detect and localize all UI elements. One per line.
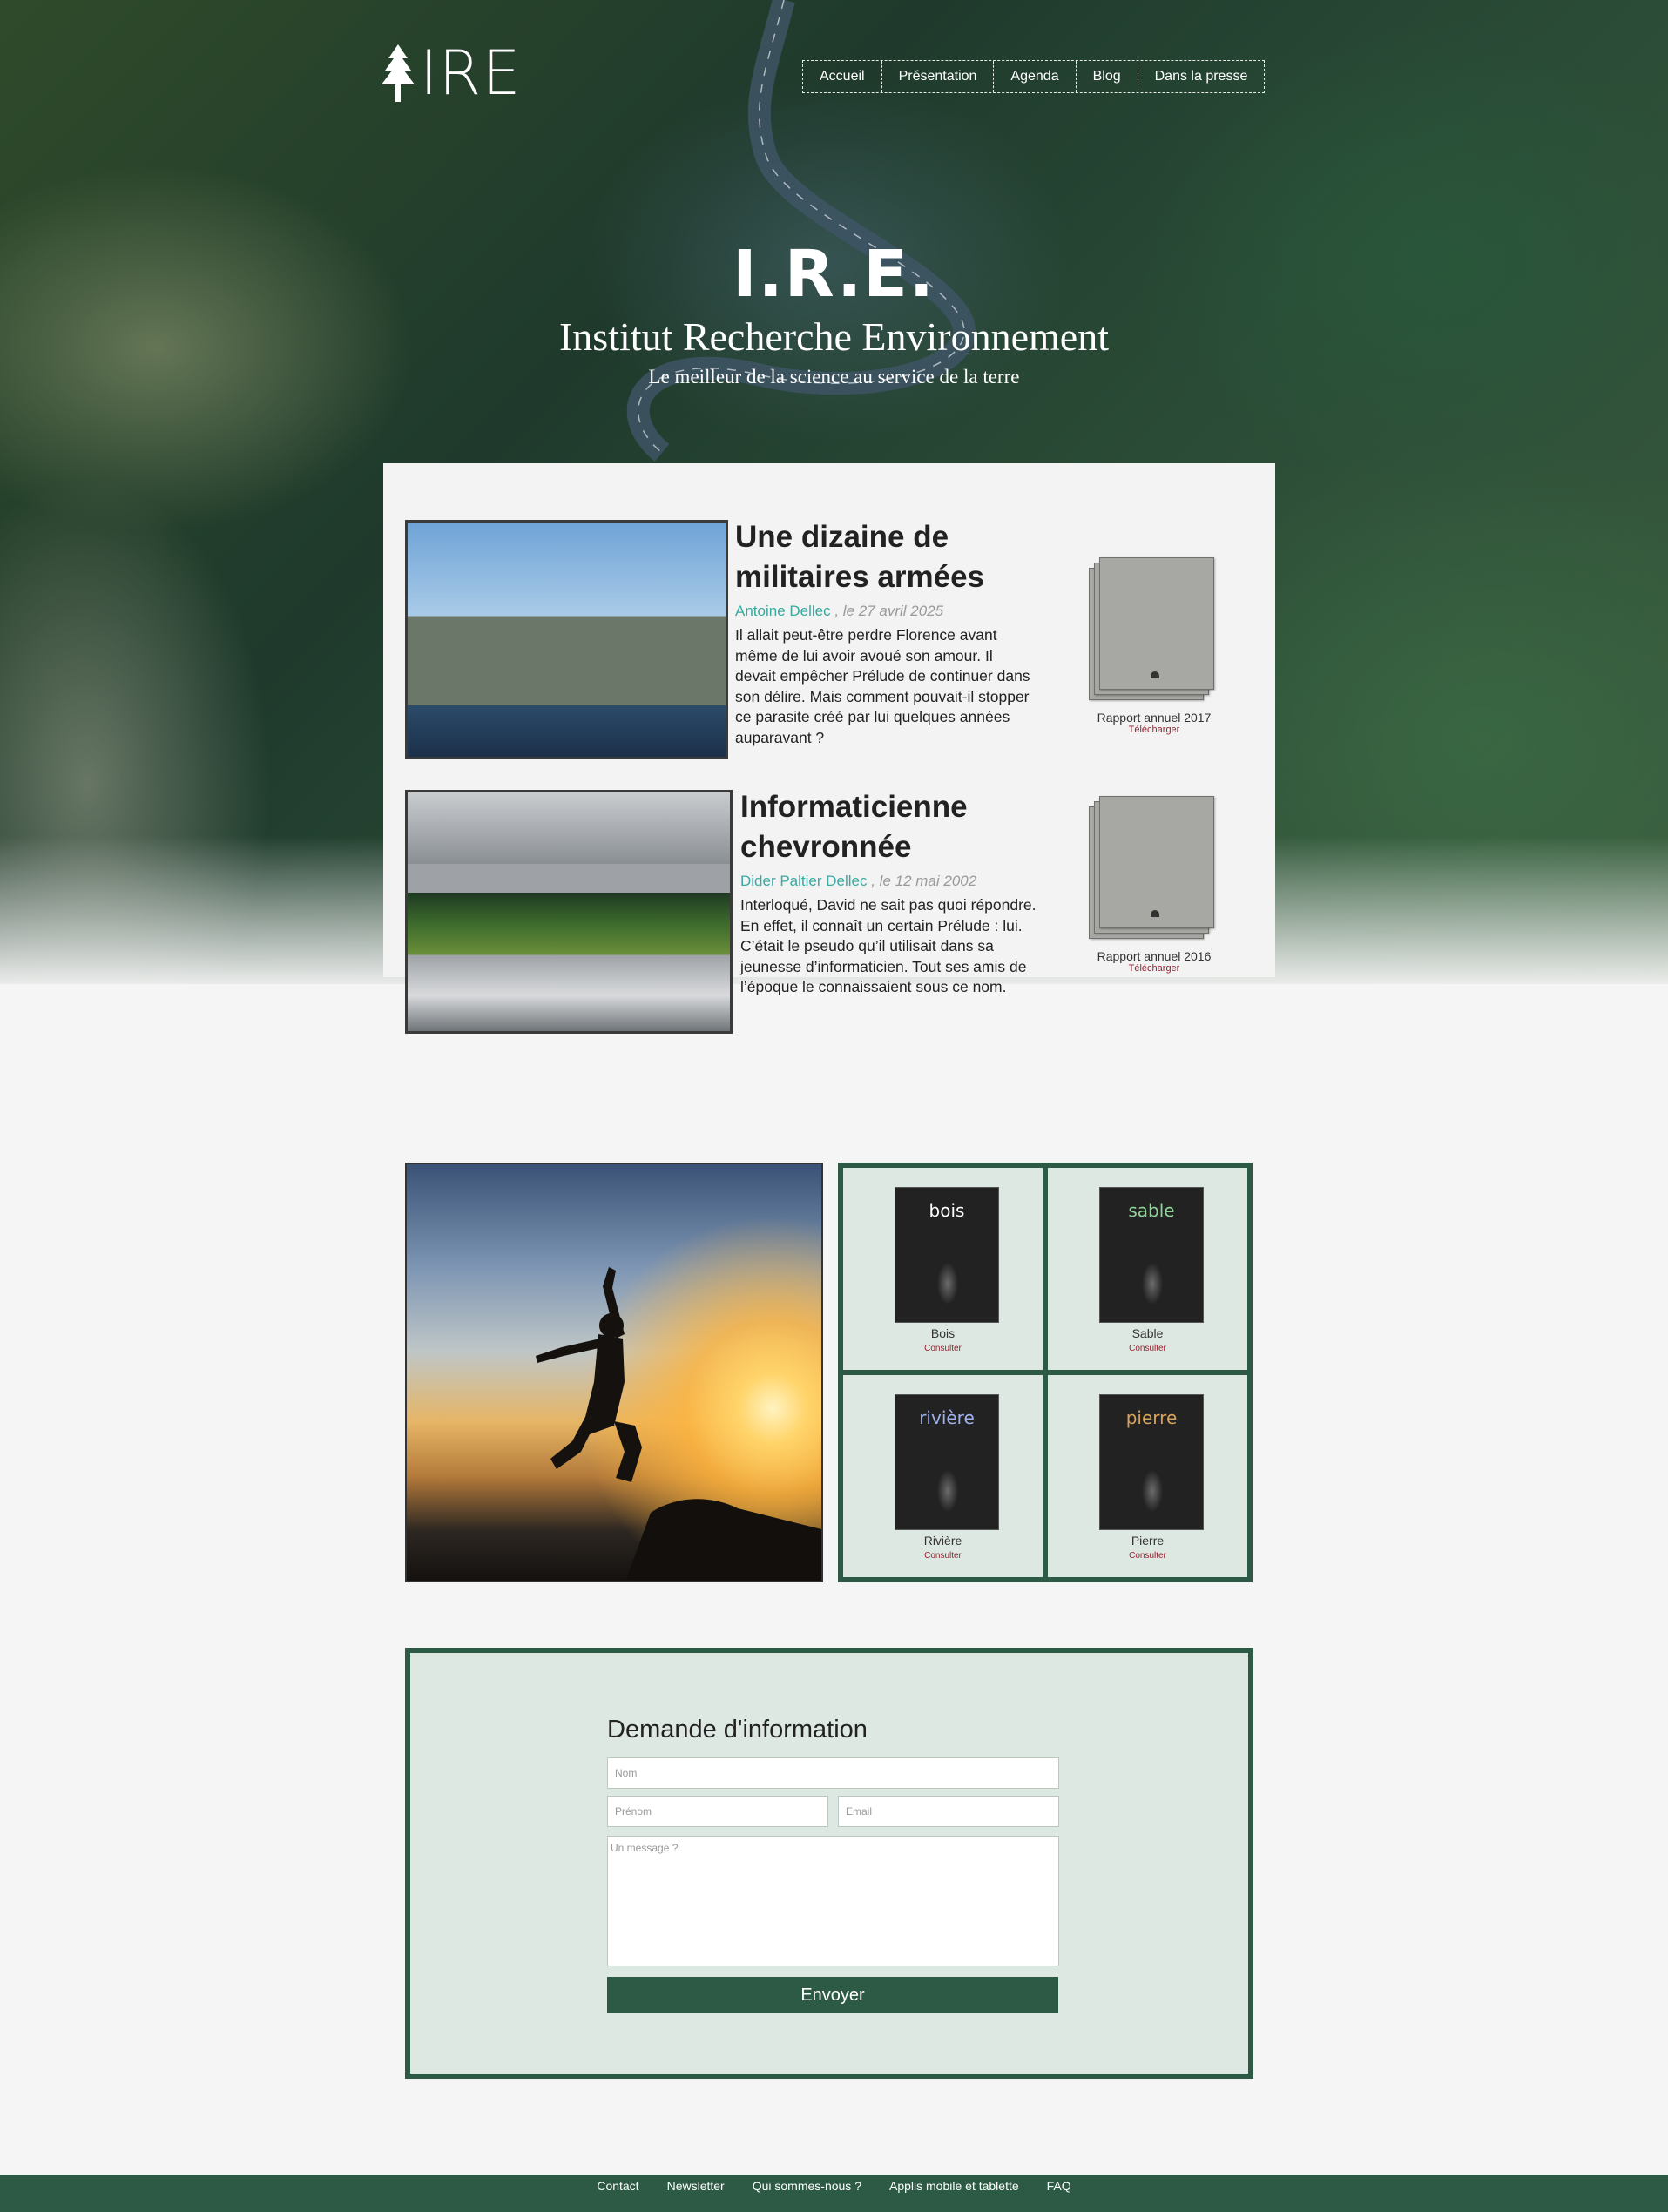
report-cover-image[interactable] bbox=[1089, 796, 1219, 944]
nav-item-presentation[interactable]: Présentation bbox=[882, 61, 995, 92]
book-consult-link[interactable]: Consulter bbox=[843, 1344, 1043, 1353]
report-name: Rapport annuel 2016 bbox=[1097, 949, 1212, 963]
photo-jumping-person bbox=[405, 1163, 823, 1582]
footer: Contact Newsletter Qui sommes-nous ? App… bbox=[0, 2175, 1668, 2212]
article-author[interactable]: Antoine Dellec bbox=[735, 603, 831, 619]
footer-link-newsletter[interactable]: Newsletter bbox=[653, 2175, 739, 2197]
book-cover-title: pierre bbox=[1125, 1407, 1178, 1428]
article-date: , le 12 mai 2002 bbox=[871, 873, 977, 889]
main-nav: Accueil Présentation Agenda Blog Dans la… bbox=[802, 60, 1266, 93]
send-button[interactable]: Envoyer bbox=[607, 1977, 1058, 2013]
footer-link-contact[interactable]: Contact bbox=[583, 2175, 652, 2197]
book-cover-title: sable bbox=[1128, 1200, 1175, 1221]
article-image-mountain-meadow[interactable] bbox=[405, 790, 733, 1034]
nav-item-accueil[interactable]: Accueil bbox=[803, 61, 882, 92]
report-name: Rapport annuel 2017 bbox=[1097, 711, 1212, 725]
logo-text: IRE bbox=[420, 37, 522, 109]
book-cover-image[interactable]: pierre bbox=[1099, 1394, 1204, 1530]
book-consult-link[interactable]: Consulter bbox=[1048, 1551, 1247, 1561]
nav-item-presse[interactable]: Dans la presse bbox=[1138, 61, 1265, 92]
article-excerpt: Interloqué, David ne sait pas quoi répon… bbox=[740, 896, 1037, 995]
article-title[interactable]: Informaticienne chevronnée bbox=[740, 787, 1019, 867]
hero-subtitle: Institut Recherche Environnement bbox=[558, 314, 1110, 359]
book-consult-link[interactable]: Consulter bbox=[843, 1551, 1043, 1561]
book-cover-title: bois bbox=[929, 1200, 965, 1221]
report-cover-image[interactable] bbox=[1089, 557, 1219, 705]
book-card-sable: sable Sable Consulter bbox=[1048, 1168, 1247, 1370]
article-title[interactable]: Une dizaine de militaires armées bbox=[735, 517, 1014, 597]
tree-icon bbox=[382, 44, 415, 102]
book-cover-image[interactable]: sable bbox=[1099, 1187, 1204, 1323]
book-card-bois: bois Bois Consulter bbox=[843, 1168, 1043, 1370]
book-card-pierre: pierre Pierre Consulter bbox=[1048, 1375, 1247, 1577]
book-cover-image[interactable]: bois bbox=[895, 1187, 999, 1323]
nav-item-agenda[interactable]: Agenda bbox=[994, 61, 1077, 92]
book-cover-image[interactable]: rivière bbox=[895, 1394, 999, 1530]
message-field[interactable] bbox=[607, 1836, 1059, 1966]
footer-link-faq[interactable]: FAQ bbox=[1033, 2175, 1085, 2197]
email-field[interactable] bbox=[838, 1796, 1059, 1827]
report-2017: Rapport annuel 2017 Télécharger bbox=[1089, 557, 1219, 735]
form-title: Demande d'information bbox=[607, 1716, 868, 1743]
book-card-riviere: rivière Rivière Consulter bbox=[843, 1375, 1043, 1577]
articles-panel: Une dizaine de militaires armées Antoine… bbox=[383, 463, 1275, 1034]
footer-link-about[interactable]: Qui sommes-nous ? bbox=[739, 2175, 875, 2197]
nom-field[interactable] bbox=[607, 1757, 1059, 1789]
nav-item-blog[interactable]: Blog bbox=[1077, 61, 1138, 92]
book-name: Bois bbox=[930, 1326, 956, 1340]
report-download-link[interactable]: Télécharger bbox=[1089, 963, 1219, 974]
article-excerpt: Il allait peut-être perdre Florence avan… bbox=[735, 626, 1030, 746]
article-image-mountain-lake[interactable] bbox=[405, 520, 728, 759]
prenom-field[interactable] bbox=[607, 1796, 828, 1827]
hero-title: I.R.E. bbox=[733, 237, 935, 312]
book-name: Sable bbox=[1131, 1326, 1164, 1340]
article-meta: Antoine Dellec , le 27 avril 2025 bbox=[735, 603, 943, 620]
article-author[interactable]: Dider Paltier Dellec bbox=[740, 873, 868, 889]
book-name: Rivière bbox=[923, 1534, 962, 1548]
article-date: , le 27 avril 2025 bbox=[834, 603, 944, 619]
article-meta: Dider Paltier Dellec , le 12 mai 2002 bbox=[740, 873, 976, 890]
footer-link-apps[interactable]: Applis mobile et tablette bbox=[875, 2175, 1033, 2197]
books-grid: bois Bois Consulter sable Sable Consulte… bbox=[838, 1163, 1253, 1582]
book-cover-title: rivière bbox=[919, 1407, 975, 1428]
book-consult-link[interactable]: Consulter bbox=[1048, 1344, 1247, 1353]
book-name: Pierre bbox=[1131, 1534, 1165, 1548]
hero-tagline: Le meilleur de la science au service de … bbox=[648, 366, 1020, 388]
jumping-silhouette bbox=[536, 1267, 821, 1581]
site-logo[interactable]: IRE bbox=[382, 38, 522, 108]
information-request-form: Demande d'information Envoyer bbox=[405, 1648, 1253, 2079]
report-2016: Rapport annuel 2016 Télécharger bbox=[1089, 796, 1219, 974]
report-download-link[interactable]: Télécharger bbox=[1089, 725, 1219, 735]
